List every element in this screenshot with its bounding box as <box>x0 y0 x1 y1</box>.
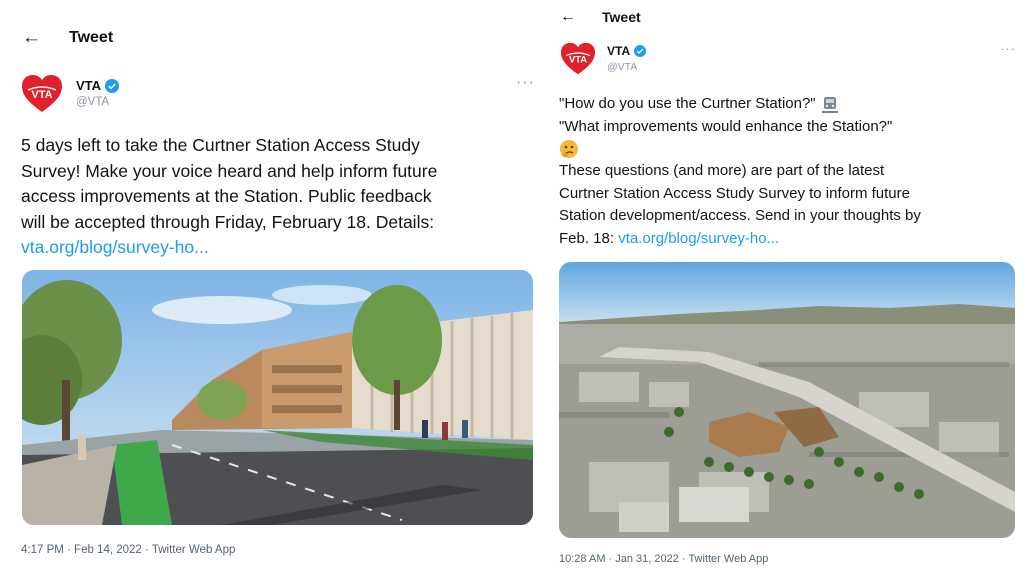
tweet-timestamp[interactable]: 10:28 AM · Jan 31, 2022 · Twitter Web Ap… <box>559 553 768 565</box>
tweet-text: 5 days left to take the Curtner Station … <box>21 133 541 261</box>
tweet-link[interactable]: vta.org/blog/survey-ho... <box>618 230 779 247</box>
tweet-image-street-rendering[interactable] <box>22 270 533 525</box>
tweet-text-line-7: Feb. 18: <box>559 229 619 247</box>
author-handle[interactable]: @VTA <box>76 96 109 108</box>
author-handle[interactable]: @VTA <box>607 61 637 73</box>
svg-text:VTA: VTA <box>569 54 587 64</box>
avatar[interactable]: VTA <box>559 42 597 76</box>
tweet-text-line-6: Station development/access. Send in your… <box>559 207 921 224</box>
tweet-header: ← Tweet <box>560 9 641 26</box>
tweet-text-line: will be accepted through Friday, Februar… <box>21 211 435 232</box>
tweet-text-line: 5 days left to take the Curtner Station … <box>21 135 420 155</box>
svg-text:VTA: VTA <box>31 89 52 101</box>
page-title: Tweet <box>69 28 114 46</box>
tweet-text-line: Survey! Make your voice heard and help i… <box>21 160 438 181</box>
tweet-right: ← Tweet VTA VTA @VTA ··· "How do you use… <box>548 0 1026 571</box>
arrow-left-icon[interactable]: ← <box>22 28 41 47</box>
tweet-image-aerial-rendering[interactable] <box>559 262 1015 538</box>
tweet-text-line: access improvements at the Station. Publ… <box>21 186 432 206</box>
more-options-icon[interactable]: ··· <box>1000 41 1016 56</box>
tweet-text-line <box>559 138 1024 160</box>
author-name-row: VTA <box>76 78 120 93</box>
station-emoji-icon <box>821 97 838 113</box>
page-title: Tweet <box>602 9 641 25</box>
thinking-face-emoji-icon <box>560 140 578 159</box>
tweet-text-line-2: "What improvements would enhance the Sta… <box>559 117 893 135</box>
tweet-text-line-4: These questions (and more) are part of t… <box>559 162 885 179</box>
tweet-header: ← Tweet <box>22 28 113 47</box>
avatar[interactable]: VTA <box>20 74 64 114</box>
author-name-row: VTA <box>607 44 647 58</box>
tweet-text: "How do you use the Curtner Station?" "W… <box>559 93 1024 250</box>
tweet-text-line: Feb. 18: vta.org/blog/survey-ho... <box>559 228 1024 251</box>
author-name[interactable]: VTA <box>76 78 101 93</box>
tweet-text-line-1: "How do you use the Curtner Station?" <box>559 95 816 112</box>
tweet-link[interactable]: vta.org/blog/survey-ho... <box>21 235 541 261</box>
verified-badge-icon <box>105 78 120 93</box>
tweet-text-line-5: Curtner Station Access Study Survey to i… <box>559 184 910 202</box>
author-name[interactable]: VTA <box>607 44 630 58</box>
more-options-icon[interactable]: ··· <box>516 74 535 92</box>
arrow-left-icon[interactable]: ← <box>560 9 576 25</box>
verified-badge-icon <box>634 45 647 57</box>
tweet-timestamp[interactable]: 4:17 PM · Feb 14, 2022 · Twitter Web App <box>21 544 235 556</box>
tweet-left: ← Tweet VTA VTA @VTA ··· 5 days left to … <box>0 0 545 571</box>
tweet-text-line: "How do you use the Curtner Station?" <box>559 93 1024 116</box>
